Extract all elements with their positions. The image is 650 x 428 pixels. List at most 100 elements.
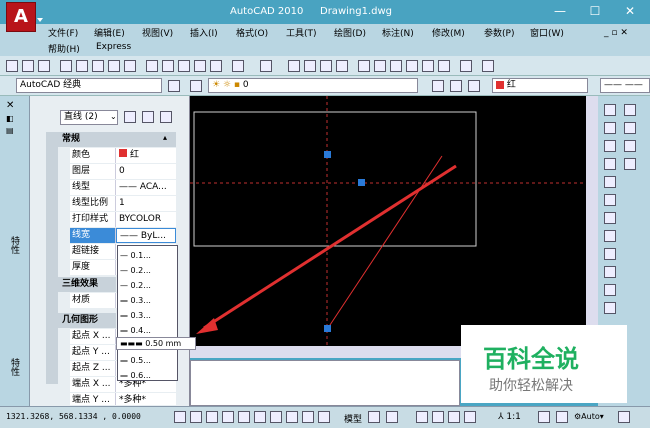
color-select[interactable]: 红 [492,78,588,93]
menu-edit[interactable]: 编辑(E) [94,26,125,39]
collapse-icon[interactable]: ▴ [163,133,167,142]
steering-wheel-icon[interactable] [448,411,460,423]
lw-option[interactable]: — 0.3... [120,308,176,323]
quick-select-icon[interactable] [160,111,172,123]
dyn-icon[interactable] [286,411,298,423]
select-objects-icon[interactable] [142,111,154,123]
menu-file[interactable]: 文件(F) [48,26,78,39]
publish-icon[interactable] [92,60,104,72]
close-palette-icon[interactable]: ✕ [6,100,14,111]
draworder-icon[interactable] [624,104,636,116]
block-editor-icon[interactable] [210,60,222,72]
section-general[interactable]: 常规 [58,132,176,147]
app-logo[interactable]: A [6,2,36,32]
scale-icon[interactable] [604,230,616,242]
prop-row-ltscale[interactable]: 线型比例 1 [42,196,186,211]
layout-icon[interactable] [368,411,380,423]
autoscale-icon[interactable] [556,411,568,423]
rotate-icon[interactable] [604,212,616,224]
match-properties-icon[interactable] [194,60,206,72]
properties-tab[interactable]: 特性 [8,358,21,376]
menu-window[interactable]: 窗口(W) [530,26,564,39]
snap-icon[interactable] [174,411,186,423]
menu-dimension[interactable]: 标注(N) [382,26,414,39]
lineweight-dropdown[interactable]: — 0.1... — 0.2... — 0.2... — 0.3... — 0.… [117,245,178,381]
open-icon[interactable] [22,60,34,72]
pan-icon[interactable] [288,60,300,72]
doc-window-controls-icon[interactable]: _ ▫ ✕ [604,28,628,38]
lw-option[interactable]: — 0.2... [120,278,176,293]
menu-modify[interactable]: 修改(M) [432,26,465,39]
lw-option[interactable]: — 0.2... [120,263,176,278]
command-window[interactable] [190,360,460,406]
quickcalc-icon[interactable] [438,60,450,72]
markup-icon[interactable] [422,60,434,72]
bring-front-icon[interactable] [624,122,636,134]
toggle-pickadd-icon[interactable] [124,111,136,123]
osnap-icon[interactable] [238,411,250,423]
lw-option[interactable]: — 0.1... [120,248,176,263]
autohide-icon[interactable]: ◧ [6,114,14,123]
layer-previous-icon[interactable] [450,80,462,92]
cut-icon[interactable] [146,60,158,72]
workspace-settings-icon[interactable] [168,80,180,92]
menu-express[interactable]: Express [96,42,131,52]
clean-screen-icon[interactable] [618,411,630,423]
sheet-set-icon[interactable] [406,60,418,72]
copy-object-icon[interactable] [604,122,616,134]
move-icon[interactable] [604,194,616,206]
model-button[interactable]: 模型 [344,412,362,425]
zoom-window-icon[interactable] [320,60,332,72]
section-3d-effects[interactable]: 三维效果 [58,277,116,292]
menu-insert[interactable]: 插入(I) [190,26,218,39]
showmotion-icon[interactable] [464,411,476,423]
trim-icon[interactable] [604,266,616,278]
lw-option[interactable]: — 0.5... [120,353,176,368]
maximize-icon[interactable]: ☐ [587,4,603,18]
3d-dwf-icon[interactable] [108,60,120,72]
lineweight-select[interactable]: —— ByL... [116,228,176,243]
polar-icon[interactable] [222,411,234,423]
prop-row-linetype[interactable]: 线型 —— ACA... [42,180,186,195]
properties-icon[interactable] [358,60,370,72]
zoom-status-icon[interactable] [432,411,444,423]
layer-state-icon[interactable] [468,80,480,92]
prop-row-layer[interactable]: 图层 0 [42,164,186,179]
stretch-icon[interactable] [604,248,616,260]
extend-icon[interactable] [604,284,616,296]
layout2-icon[interactable] [386,411,398,423]
canvas-scrollbar[interactable] [586,96,598,346]
menu-view[interactable]: 视图(V) [142,26,173,39]
prop-row-color[interactable]: 颜色 红 [42,148,186,163]
undo-icon[interactable] [232,60,244,72]
pan-status-icon[interactable] [416,411,428,423]
prop-row-endy[interactable]: 端点 Y ... *多种* [42,393,186,405]
tool-palettes-icon[interactable] [390,60,402,72]
ducs-icon[interactable] [270,411,282,423]
minimize-icon[interactable]: — [552,4,568,18]
help-icon[interactable] [460,60,472,72]
annotation-visibility-icon[interactable] [538,411,550,423]
app-menu-arrow-icon[interactable] [37,18,43,23]
array-icon[interactable] [604,176,616,188]
lw-option[interactable]: — 0.6... [120,368,176,380]
new-icon[interactable] [6,60,18,72]
otrack-icon[interactable] [254,411,266,423]
lwt-icon[interactable] [302,411,314,423]
zoom-previous-icon[interactable] [336,60,348,72]
design-center-icon[interactable] [374,60,386,72]
drawing-canvas[interactable] [190,96,590,346]
etransmit-icon[interactable] [124,60,136,72]
erase-icon[interactable] [604,104,616,116]
workspace-switch[interactable]: ⚙Auto▾ [574,412,604,421]
layer-select[interactable]: ☀ ☼ ▪ 0 [208,78,418,93]
menu-help[interactable]: 帮助(H) [48,42,80,55]
close-icon[interactable]: ✕ [622,4,638,18]
menu-tools[interactable]: 工具(T) [286,26,317,39]
workspace-select[interactable]: AutoCAD 经典 [16,78,162,93]
grid-icon[interactable] [190,411,202,423]
paste-icon[interactable] [178,60,190,72]
prop-row-plotstyle[interactable]: 打印样式 BYCOLOR [42,212,186,227]
save-icon[interactable] [38,60,50,72]
mirror-icon[interactable] [604,140,616,152]
